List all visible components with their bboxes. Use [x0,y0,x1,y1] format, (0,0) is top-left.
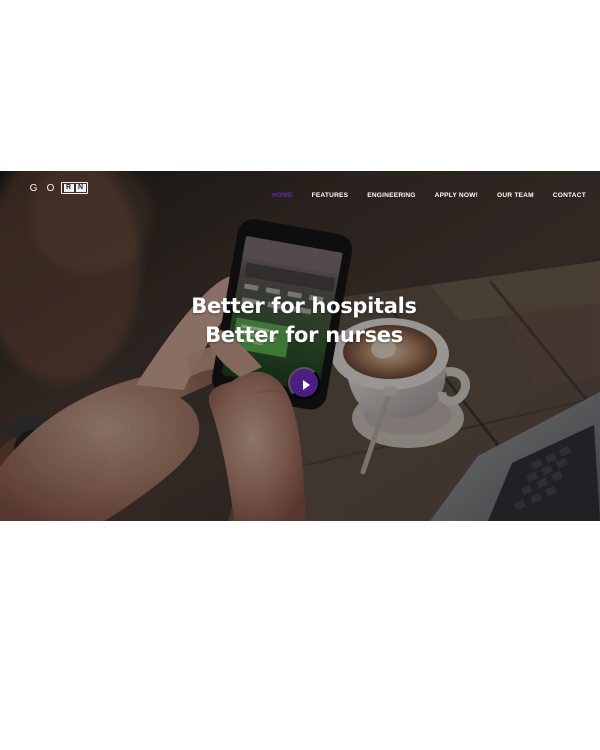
hero-headline-line-1: Better for hospitals [191,294,417,318]
hero-headline-line-2: Better for nurses [205,323,403,347]
logo-letter-o: O [46,182,55,194]
nav-menu: HOME FEATURES ENGINEERING APPLY NOW! OUR… [272,189,586,201]
logo-letter-g: G [29,182,38,194]
nav-engineering-link[interactable]: ENGINEERING [367,192,415,199]
nav-contact-link[interactable]: CONTACT [553,192,586,199]
top-navigation: G O R N HOME FEATURES ENGINEERING APPLY … [0,171,600,213]
nav-our-team-link[interactable]: OUR TEAM [497,192,534,199]
hero-section: G O R N HOME FEATURES ENGINEERING APPLY … [0,171,600,521]
logo-rn-box: R N [61,182,88,194]
page: G O R N HOME FEATURES ENGINEERING APPLY … [0,0,600,750]
play-icon: play-icon [304,383,305,384]
play-video-button[interactable]: play-icon [288,367,320,399]
nav-home-link[interactable]: HOME [272,192,293,199]
gorn-logo[interactable]: G O R N [25,181,88,195]
nav-features-link[interactable]: FEATURES [312,192,349,199]
logo-letter-n: N [75,184,86,192]
nav-apply-now-link[interactable]: APPLY NOW! [435,192,478,199]
logo-letter-r: R [63,184,74,192]
hero-headline: Better for hospitals Better for nurses [0,292,600,350]
